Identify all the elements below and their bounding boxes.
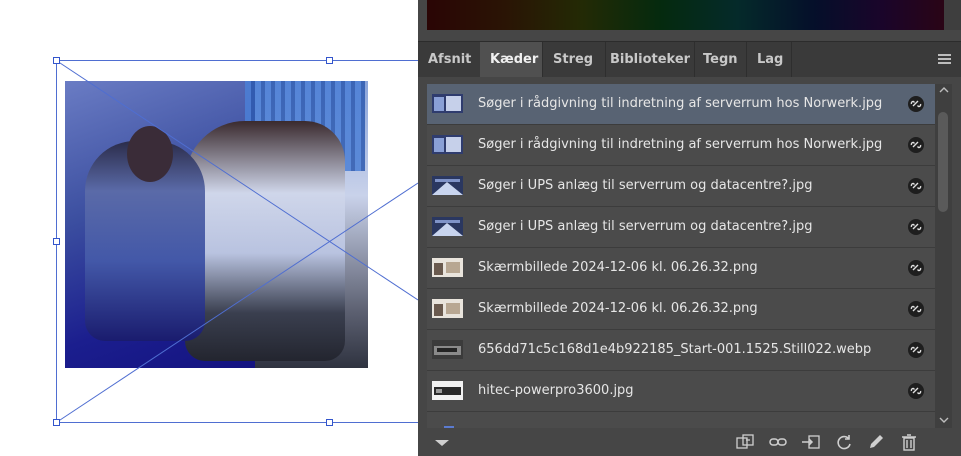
expand-triangle-icon[interactable] (432, 433, 452, 451)
resize-handle[interactable] (53, 419, 60, 426)
link-filename: Søger i rådgivning til indretning af ser… (478, 137, 883, 152)
link-icon[interactable] (908, 260, 924, 276)
link-filename: Søger i UPS anlæg til serverrum og datac… (478, 178, 813, 193)
links-panel: Afsnit Kæder Streg Biblioteker Tegn Lag … (418, 0, 961, 456)
list-item[interactable]: Skærmbillede 2024-12-06 kl. 06.26.32.png (427, 248, 935, 289)
thumbnail-icon (432, 135, 463, 154)
panel-tab-bar: Afsnit Kæder Streg Biblioteker Tegn Lag (418, 41, 961, 77)
thumbnail-icon (432, 340, 463, 359)
thumbnail-icon (432, 381, 463, 400)
hamburger-icon[interactable] (938, 54, 951, 65)
go-to-link-icon[interactable] (801, 433, 821, 451)
delete-icon[interactable] (899, 433, 919, 451)
link-filename: hitec-powerpro3600.jpg (478, 383, 634, 398)
link-filename: Søger i rådgivning til indretning af ser… (478, 96, 883, 111)
update-link-icon[interactable] (834, 433, 854, 451)
resize-handle[interactable] (53, 57, 60, 64)
thumbnail-icon (432, 176, 463, 195)
resize-handle[interactable] (326, 419, 333, 426)
link-filename: Skærmbillede 2024-12-06 kl. 06.26.32.png (478, 301, 758, 316)
thumbnail-icon (432, 258, 463, 277)
list-item[interactable]: Søger i rådgivning til indretning af ser… (427, 125, 935, 166)
color-ramp[interactable] (427, 0, 944, 30)
link-icon[interactable] (908, 342, 924, 358)
thumbnail-icon (432, 299, 463, 318)
resize-handle[interactable] (326, 57, 333, 64)
edit-original-icon[interactable] (866, 433, 886, 451)
links-list-scrollbar[interactable] (935, 84, 952, 428)
chevron-up-icon[interactable] (939, 86, 949, 94)
list-item[interactable]: 656dd71c5c168d1e4b922185_Start-001.1525.… (427, 330, 935, 371)
tab-lag[interactable]: Lag (747, 42, 792, 77)
tab-afsnit[interactable]: Afsnit (418, 42, 481, 77)
frame-diagonals (56, 60, 418, 423)
list-item[interactable]: Skærmbillede 2024-12-06 kl. 06.26.32.png (427, 289, 935, 330)
list-item[interactable]: Søger i UPS anlæg til serverrum og datac… (427, 207, 935, 248)
links-list: Søger i rådgivning til indretning af ser… (427, 84, 935, 428)
resize-handle[interactable] (53, 238, 60, 245)
list-item[interactable]: Søger i rådgivning til indretning af ser… (427, 84, 935, 125)
tab-biblioteker[interactable]: Biblioteker (600, 42, 695, 77)
list-item[interactable] (427, 412, 935, 428)
link-filename: 656dd71c5c168d1e4b922185_Start-001.1525.… (478, 342, 872, 357)
tab-kaeder[interactable]: Kæder (480, 42, 543, 77)
relink-icon[interactable] (768, 433, 788, 451)
tab-tegn[interactable]: Tegn (693, 42, 747, 77)
link-filename: Skærmbillede 2024-12-06 kl. 06.26.32.png (478, 260, 758, 275)
panel-footer (418, 428, 961, 456)
link-icon[interactable] (908, 96, 924, 112)
link-icon[interactable] (908, 383, 924, 399)
link-icon[interactable] (908, 137, 924, 153)
link-icon[interactable] (908, 178, 924, 194)
document-canvas[interactable] (0, 0, 418, 456)
link-icon[interactable] (908, 219, 924, 235)
list-item[interactable]: hitec-powerpro3600.jpg (427, 371, 935, 412)
thumbnail-icon (432, 94, 463, 113)
link-icon[interactable] (908, 301, 924, 317)
thumbnail-icon (432, 217, 463, 236)
tab-streg[interactable]: Streg (543, 42, 606, 77)
list-item[interactable]: Søger i UPS anlæg til serverrum og datac… (427, 166, 935, 207)
chevron-down-icon[interactable] (939, 416, 949, 424)
scrollbar-thumb[interactable] (938, 112, 948, 212)
relink-from-cc-icon[interactable] (735, 433, 755, 451)
link-filename: Søger i UPS anlæg til serverrum og datac… (478, 219, 813, 234)
